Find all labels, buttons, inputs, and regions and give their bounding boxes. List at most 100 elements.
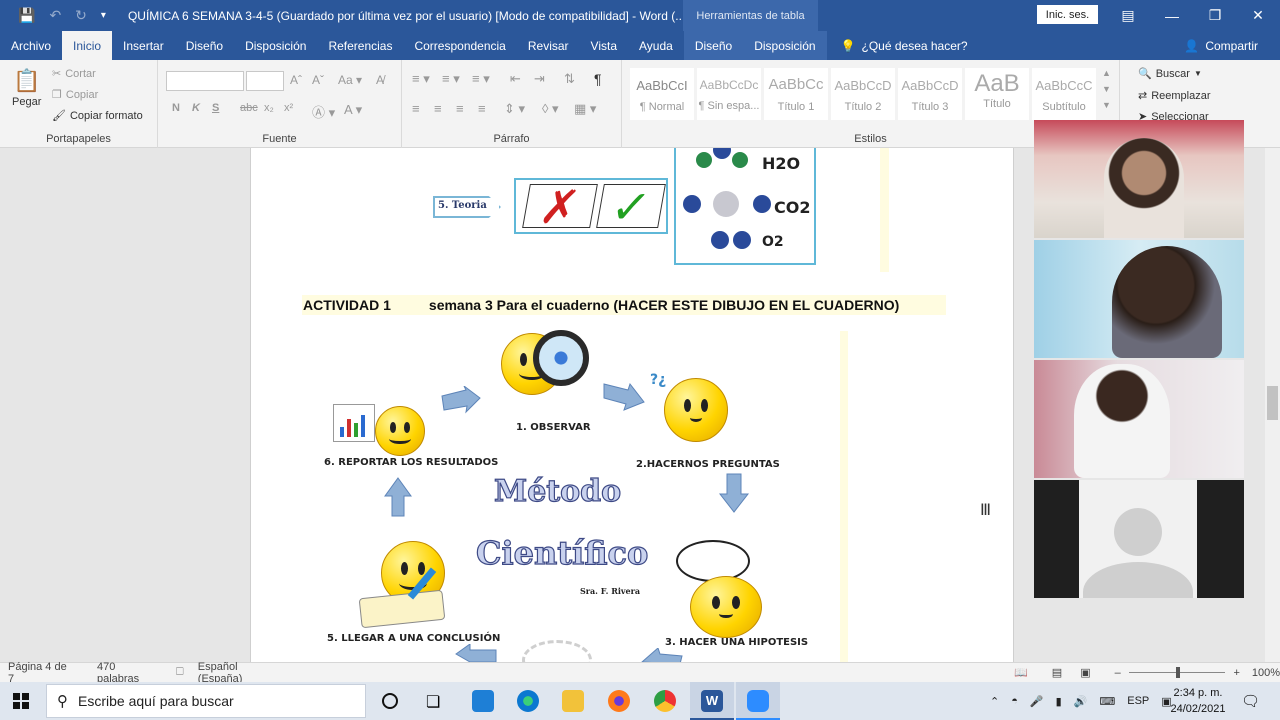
paste-button[interactable]: 📋 Pegar	[12, 68, 41, 108]
print-layout-icon[interactable]: ▤	[1052, 666, 1062, 679]
style-subtitle[interactable]: AaBbCcC Subtítulo	[1032, 68, 1096, 120]
firefox-icon[interactable]	[608, 690, 630, 712]
cut-button[interactable]: ✂ Cortar	[52, 67, 96, 81]
tab-referencias[interactable]: Referencias	[317, 31, 403, 60]
multilevel-list-icon[interactable]: ≡ ▾	[472, 71, 490, 87]
copy-button[interactable]: ❐ Copiar	[52, 88, 98, 102]
close-icon[interactable]: ✕	[1236, 0, 1280, 31]
grow-font-icon[interactable]: Aˆ	[290, 73, 302, 87]
superscript-button[interactable]: x²	[284, 102, 293, 114]
italic-button[interactable]: K	[192, 102, 200, 114]
tab-vista[interactable]: Vista	[580, 31, 628, 60]
web-layout-icon[interactable]: ▣	[1080, 666, 1090, 679]
shrink-font-icon[interactable]: Aˇ	[312, 73, 324, 87]
word-count[interactable]: 470 palabras	[97, 661, 160, 685]
text-effects-icon[interactable]: Ⓐ ▾	[312, 102, 335, 121]
sort-icon[interactable]: ⇅	[564, 71, 575, 87]
more-styles-icon[interactable]: ▼	[1102, 100, 1111, 110]
read-mode-icon[interactable]: 📖	[1014, 666, 1028, 679]
tab-archivo[interactable]: Archivo	[0, 31, 62, 60]
bold-button[interactable]: N	[172, 102, 180, 114]
redo-icon[interactable]: ↻	[75, 7, 87, 24]
participant-video-3[interactable]	[1034, 360, 1244, 478]
clear-format-icon[interactable]: A̸	[376, 73, 384, 87]
page-count[interactable]: Página 4 de 7	[8, 661, 75, 685]
participant-video-1[interactable]	[1034, 120, 1244, 238]
edge-icon[interactable]	[517, 690, 539, 712]
volume-icon[interactable]: 🔊	[1074, 695, 1088, 708]
change-case-icon[interactable]: Aa ▾	[338, 73, 362, 87]
zoom-in-icon[interactable]: +	[1233, 667, 1239, 679]
tab-insertar[interactable]: Insertar	[112, 31, 175, 60]
borders-icon[interactable]: ▦ ▾	[574, 101, 596, 117]
numbering-icon[interactable]: ≡ ▾	[442, 71, 460, 87]
tab-inicio[interactable]: Inicio	[62, 31, 113, 60]
mail-icon[interactable]	[472, 690, 494, 712]
taskbar-search-input[interactable]: ⚲ Escribe aquí para buscar	[46, 684, 366, 718]
tab-table-disposicion[interactable]: Disposición	[743, 31, 827, 60]
tab-disposicion[interactable]: Disposición	[234, 31, 317, 60]
sign-in-button[interactable]: Inic. ses.	[1037, 5, 1098, 24]
ribbon-display-icon[interactable]: ▤	[1106, 0, 1150, 31]
style-title[interactable]: AaB Título	[965, 68, 1029, 120]
shading-icon[interactable]: ◊ ▾	[542, 101, 559, 117]
keyboard-icon[interactable]: ⌨	[1099, 695, 1115, 708]
align-left-icon[interactable]: ≡	[412, 101, 420, 116]
zoom-slider-thumb[interactable]	[1175, 667, 1180, 678]
save-icon[interactable]: 💾	[18, 7, 35, 24]
line-spacing-icon[interactable]: ⇕ ▾	[504, 101, 525, 117]
scrollbar-thumb[interactable]	[1267, 386, 1278, 420]
maximize-icon[interactable]: ❐	[1193, 0, 1237, 31]
language-indicator[interactable]: ESP	[1127, 695, 1149, 707]
justify-icon[interactable]: ≡	[478, 101, 486, 116]
minimize-icon[interactable]: —	[1150, 0, 1194, 31]
style-no-spacing[interactable]: AaBbCcDc ¶ Sin espa...	[697, 68, 761, 120]
increase-indent-icon[interactable]: ⇥	[534, 71, 545, 87]
tab-table-diseno[interactable]: Diseño	[683, 31, 744, 60]
cortana-icon[interactable]	[382, 693, 398, 709]
zoom-taskbar-button[interactable]	[736, 682, 780, 720]
chevron-up-icon[interactable]: ⌃	[990, 695, 999, 708]
proofing-icon[interactable]: 🗆	[176, 663, 184, 682]
participant-video-4[interactable]	[1034, 480, 1244, 598]
subscript-button[interactable]: x₂	[264, 102, 274, 114]
participant-video-2[interactable]	[1034, 240, 1244, 358]
font-name-dropdown[interactable]	[166, 71, 244, 91]
pilcrow-icon[interactable]: ¶	[594, 71, 602, 87]
chevron-down-icon[interactable]: ▼	[1102, 84, 1111, 94]
windows-start-icon[interactable]	[13, 693, 29, 709]
find-button[interactable]: 🔍 Buscar ▼	[1138, 67, 1202, 81]
battery-icon[interactable]: ▮	[1056, 695, 1062, 708]
chevron-up-icon[interactable]: ▲	[1102, 68, 1111, 78]
align-right-icon[interactable]: ≡	[456, 101, 464, 116]
tell-me-box[interactable]: 💡 ¿Qué desea hacer?	[841, 39, 968, 53]
styles-scroll[interactable]: ▲ ▼ ▼	[1102, 68, 1111, 110]
customize-qat-icon[interactable]: ▾	[101, 10, 106, 21]
style-normal[interactable]: AaBbCcI ¶ Normal	[630, 68, 694, 120]
undo-icon[interactable]: ↶	[49, 7, 61, 24]
decrease-indent-icon[interactable]: ⇤	[510, 71, 521, 87]
microphone-icon[interactable]: 🎤	[1030, 695, 1044, 708]
bullets-icon[interactable]: ≡ ▾	[412, 71, 430, 87]
notification-icon[interactable]: 🗨	[1241, 692, 1260, 710]
file-explorer-icon[interactable]	[562, 690, 584, 712]
underline-button[interactable]: S	[212, 102, 219, 114]
network-icon[interactable]: ◓	[1011, 695, 1018, 707]
tab-ayuda[interactable]: Ayuda	[628, 31, 684, 60]
zoom-level[interactable]: 100%	[1252, 667, 1280, 679]
font-color-icon[interactable]: A ▾	[344, 102, 362, 118]
style-heading-2[interactable]: AaBbCcD Título 2	[831, 68, 895, 120]
font-size-dropdown[interactable]	[246, 71, 284, 91]
task-view-icon[interactable]: ❏	[426, 692, 440, 712]
language-status[interactable]: Español (España)	[198, 661, 284, 685]
share-button[interactable]: 👤 Compartir	[1184, 31, 1258, 60]
strikethrough-button[interactable]: abc	[240, 102, 258, 114]
tab-revisar[interactable]: Revisar	[517, 31, 580, 60]
style-heading-3[interactable]: AaBbCcD Título 3	[898, 68, 962, 120]
chrome-icon[interactable]	[654, 690, 676, 712]
tab-diseno[interactable]: Diseño	[175, 31, 234, 60]
zoom-out-icon[interactable]: –	[1115, 667, 1121, 679]
replace-button[interactable]: ⇄ Reemplazar	[1138, 89, 1211, 103]
format-painter-button[interactable]: 🖌 Copiar formato	[52, 109, 143, 123]
word-taskbar-button[interactable]: W	[690, 682, 734, 720]
